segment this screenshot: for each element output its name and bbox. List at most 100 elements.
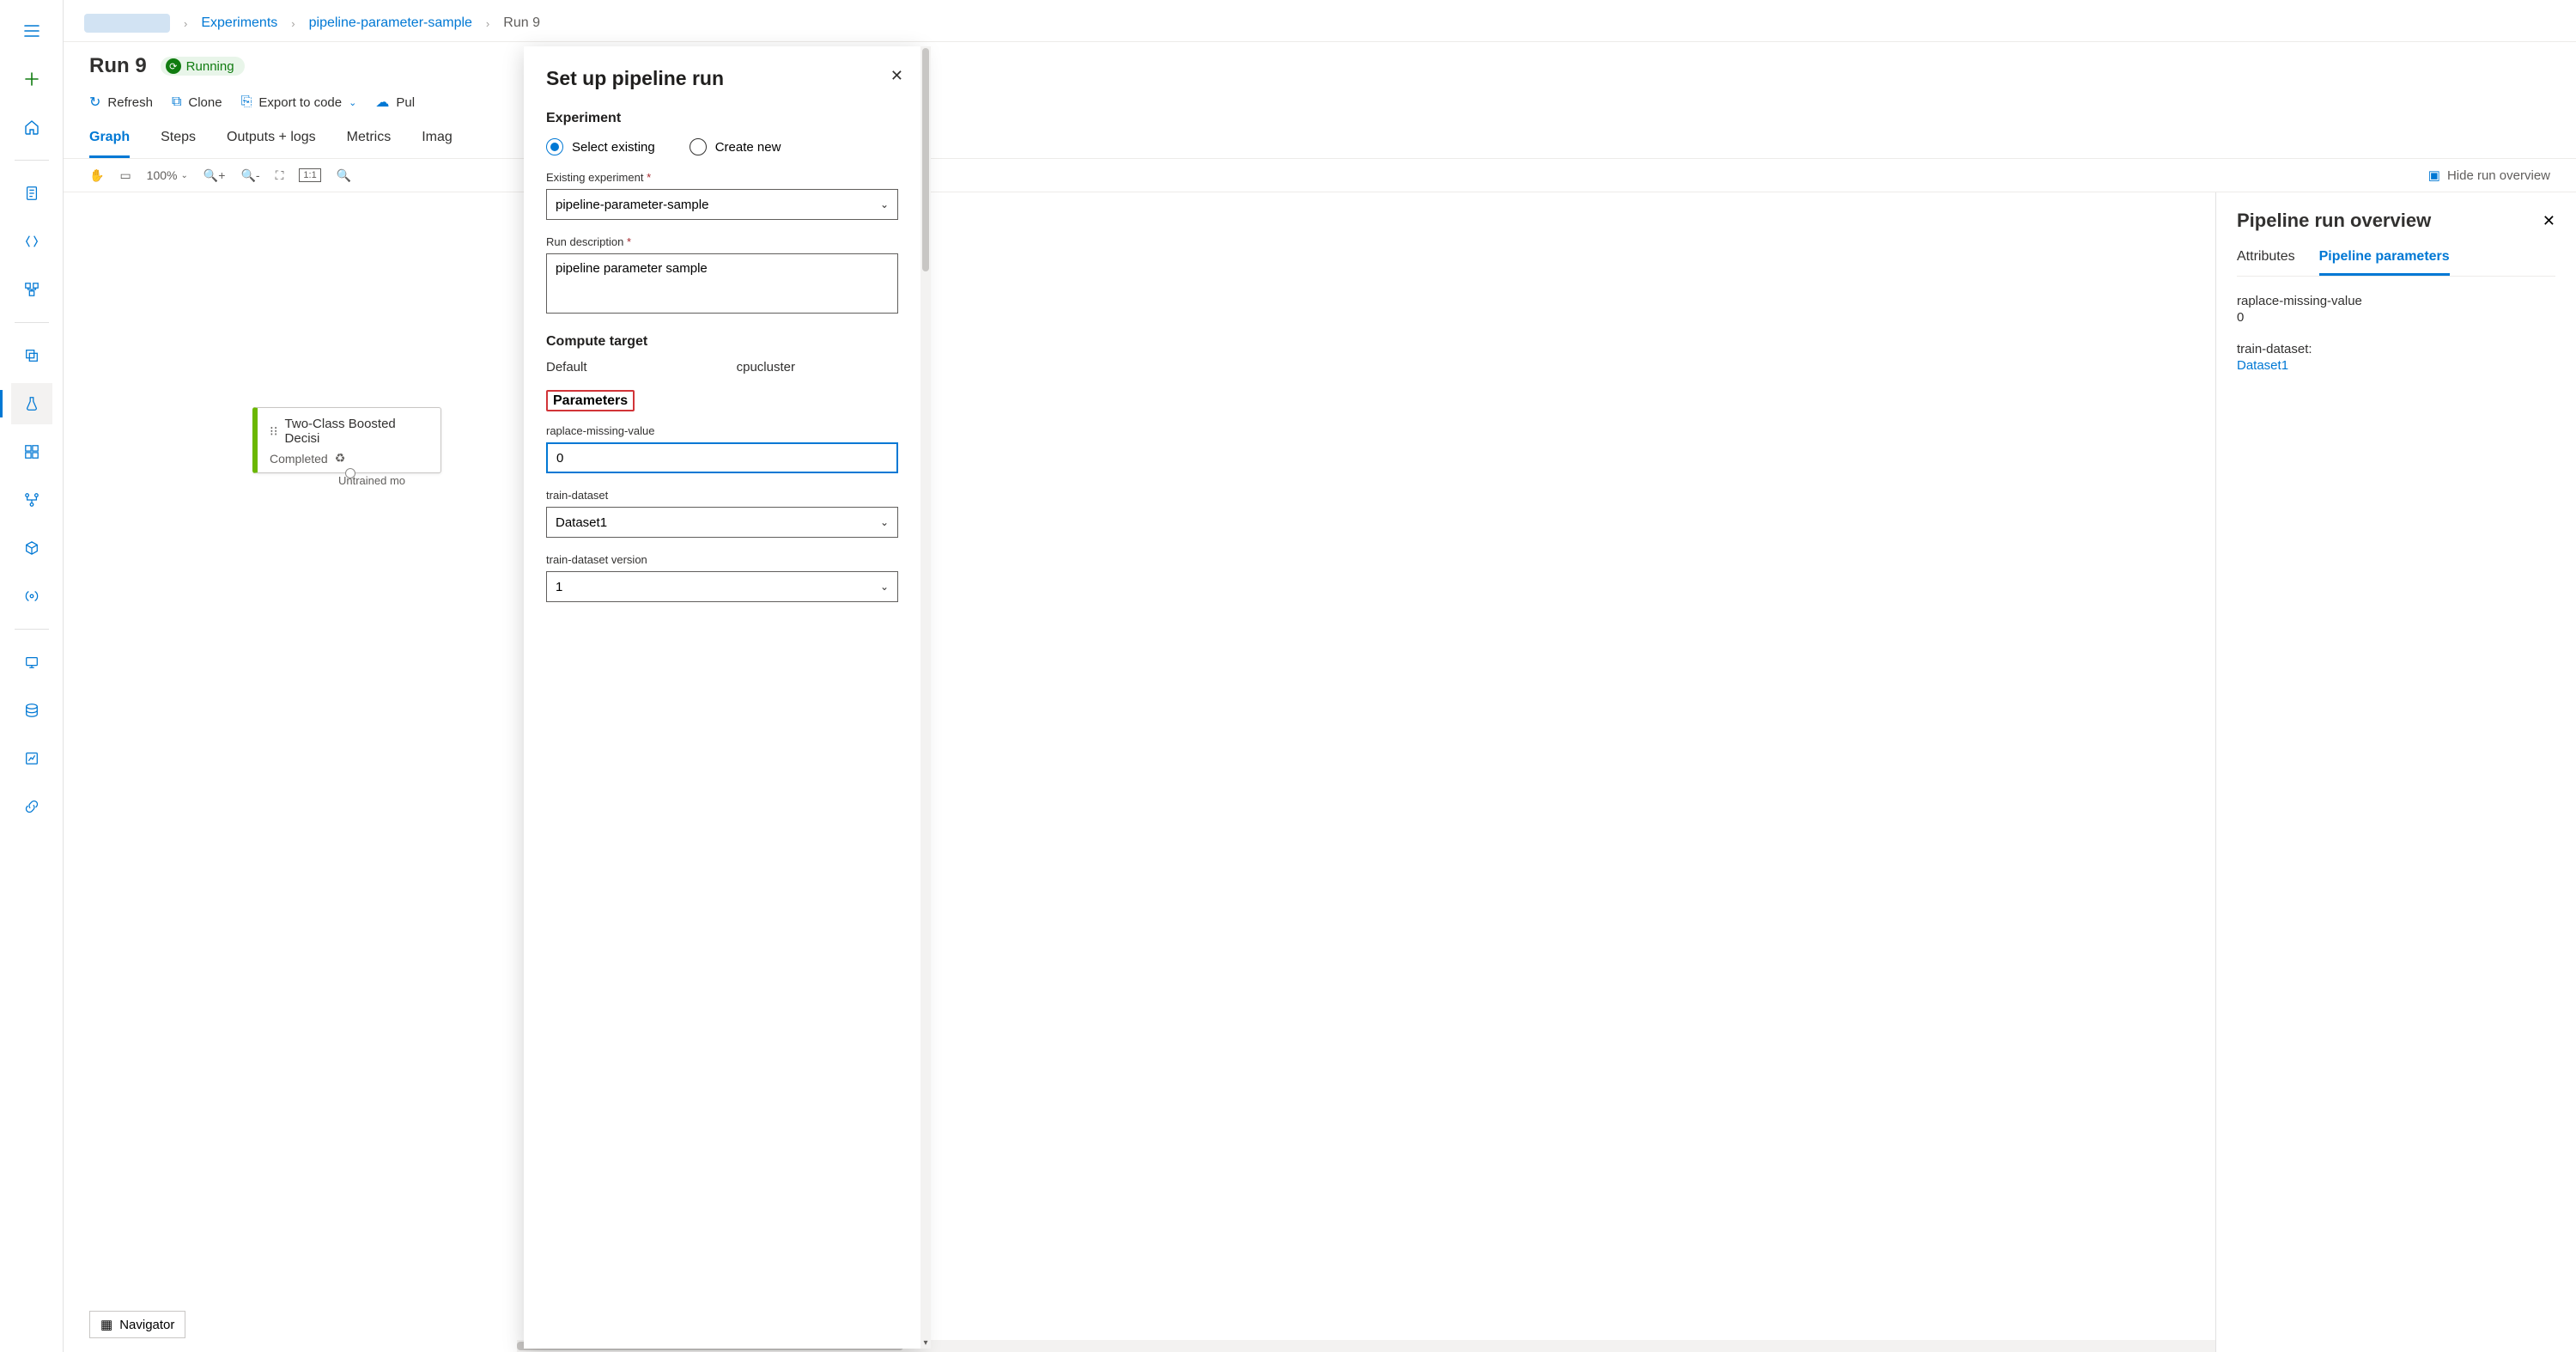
endpoints-icon[interactable]	[11, 576, 52, 617]
select-value: 1	[556, 580, 562, 594]
param-name: raplace-missing-value	[2237, 294, 2555, 308]
radio-create-new[interactable]: Create new	[690, 138, 781, 155]
train-dataset-version-select[interactable]: 1 ⌄	[546, 571, 898, 602]
graph-canvas[interactable]: ⁝⁝ Two-Class Boosted Decisi Completed ♻ …	[64, 192, 2576, 1352]
notebook-icon[interactable]	[11, 173, 52, 214]
chevron-down-icon: ⌄	[349, 97, 356, 108]
page-tabs: Graph Steps Outputs + logs Metrics Imag	[64, 119, 2576, 159]
radio-label: Create new	[715, 140, 781, 155]
chevron-down-icon: ⌄	[880, 198, 889, 210]
actual-size-icon[interactable]: 1:1	[299, 168, 320, 182]
status-badge: ⟳ Running	[161, 57, 245, 76]
navigator-button[interactable]: ▦ Navigator	[89, 1311, 185, 1338]
components-icon[interactable]	[11, 431, 52, 472]
action-toolbar: ↻ Refresh ⧉ Clone ⎘ Export to code ⌄ ☁ P…	[64, 85, 2576, 119]
node-status-text: Completed	[270, 452, 328, 466]
section-parameters-highlight: Parameters	[546, 390, 635, 411]
recycle-icon: ♻	[335, 451, 346, 466]
workspace-name-redacted[interactable]	[84, 14, 170, 33]
overview-tab-pipeline-parameters[interactable]: Pipeline parameters	[2319, 249, 2450, 276]
scroll-down-arrow[interactable]: ▾	[920, 1337, 931, 1349]
data-icon[interactable]	[11, 335, 52, 376]
modal-scrollbar[interactable]: ▾	[920, 46, 931, 1349]
label-train-dataset: train-dataset	[546, 489, 898, 502]
cloud-upload-icon: ☁	[375, 94, 389, 111]
breadcrumb-pipeline[interactable]: pipeline-parameter-sample	[309, 15, 472, 31]
tab-graph[interactable]: Graph	[89, 130, 130, 158]
param-value-link[interactable]: Dataset1	[2237, 358, 2288, 373]
param-name: train-dataset:	[2237, 342, 2555, 356]
models-icon[interactable]	[11, 527, 52, 569]
overview-title: Pipeline run overview	[2237, 210, 2431, 232]
graph-toolbar: ✋ ▭ 100% ⌄ 🔍+ 🔍- ⛶ 1:1 🔍 ▣ Hide run over…	[64, 159, 2576, 192]
chevron-down-icon: ⌄	[880, 581, 889, 593]
left-nav-rail	[0, 0, 64, 1352]
tab-images[interactable]: Imag	[422, 130, 453, 158]
labeling-icon[interactable]	[11, 738, 52, 779]
chevron-down-icon: ⌄	[180, 171, 187, 180]
tab-steps[interactable]: Steps	[161, 130, 196, 158]
search-icon[interactable]: 🔍	[337, 168, 351, 183]
zoom-out-icon[interactable]: 🔍-	[240, 168, 259, 183]
breadcrumb: › Experiments › pipeline-parameter-sampl…	[64, 0, 2576, 42]
hamburger-icon[interactable]	[11, 10, 52, 52]
train-dataset-select[interactable]: Dataset1 ⌄	[546, 507, 898, 538]
automl-icon[interactable]	[11, 221, 52, 262]
close-icon[interactable]: ✕	[2543, 212, 2555, 230]
clone-icon: ⧉	[172, 94, 181, 110]
module-icon: ⁝⁝	[270, 423, 278, 439]
refresh-icon: ↻	[89, 94, 100, 111]
radio-select-existing[interactable]: Select existing	[546, 138, 655, 155]
close-icon[interactable]: ✕	[890, 67, 903, 85]
clone-button[interactable]: ⧉ Clone	[172, 94, 222, 110]
datastores-icon[interactable]	[11, 690, 52, 731]
breadcrumb-current: Run 9	[503, 15, 540, 31]
experiments-icon[interactable]	[11, 383, 52, 424]
section-compute-target: Compute target	[546, 334, 898, 350]
navigator-icon: ▦	[100, 1317, 112, 1332]
home-icon[interactable]	[11, 107, 52, 148]
status-text: Running	[186, 59, 234, 74]
publish-button[interactable]: ☁ Pul	[375, 94, 415, 111]
pan-tool-icon[interactable]: ✋	[89, 168, 104, 183]
screenshot-icon[interactable]: ▭	[119, 168, 131, 183]
radio-icon	[690, 138, 707, 155]
label-replace-missing-value: raplace-missing-value	[546, 424, 898, 437]
clone-label: Clone	[188, 95, 222, 110]
select-value: Dataset1	[556, 515, 607, 530]
param-value: 0	[2237, 310, 2555, 325]
chevron-right-icon: ›	[486, 17, 489, 30]
hide-run-overview-button[interactable]: ▣ Hide run overview	[2428, 167, 2550, 183]
run-overview-panel: Pipeline run overview ✕ Attributes Pipel…	[2215, 192, 2576, 1352]
compute-icon[interactable]	[11, 642, 52, 683]
navigator-label: Navigator	[119, 1318, 174, 1332]
breadcrumb-experiments[interactable]: Experiments	[201, 15, 277, 31]
zoom-in-icon[interactable]: 🔍+	[204, 168, 226, 183]
designer-icon[interactable]	[11, 269, 52, 310]
setup-pipeline-run-dialog: ▾ ✕ Set up pipeline run Experiment Selec…	[524, 46, 920, 1349]
scrollbar-thumb[interactable]	[922, 48, 929, 271]
publish-label: Pul	[396, 95, 415, 110]
pipelines-icon[interactable]	[11, 479, 52, 521]
page-title: Run 9	[89, 54, 147, 78]
run-description-input[interactable]: pipeline parameter sample	[546, 253, 898, 314]
replace-missing-value-input[interactable]	[546, 442, 898, 473]
fit-screen-icon[interactable]: ⛶	[276, 168, 284, 183]
zoom-value: 100%	[147, 168, 178, 182]
label-existing-experiment: Existing experiment *	[546, 171, 898, 184]
graph-node-two-class-boosted[interactable]: ⁝⁝ Two-Class Boosted Decisi Completed ♻	[252, 407, 441, 473]
export-icon: ⎘	[241, 94, 252, 110]
refresh-button[interactable]: ↻ Refresh	[89, 94, 153, 111]
tab-metrics[interactable]: Metrics	[347, 130, 392, 158]
tab-outputs[interactable]: Outputs + logs	[227, 130, 316, 158]
linked-icon[interactable]	[11, 786, 52, 827]
zoom-select[interactable]: 100% ⌄	[147, 168, 188, 182]
select-value: pipeline-parameter-sample	[556, 198, 708, 212]
overview-tab-attributes[interactable]: Attributes	[2237, 249, 2295, 276]
add-icon[interactable]	[11, 58, 52, 100]
panel-collapse-icon: ▣	[2428, 167, 2440, 183]
compute-default-value: cpucluster	[737, 360, 795, 375]
export-button[interactable]: ⎘ Export to code ⌄	[241, 94, 357, 110]
dialog-title: Set up pipeline run	[546, 67, 898, 90]
existing-experiment-select[interactable]: pipeline-parameter-sample ⌄	[546, 189, 898, 220]
